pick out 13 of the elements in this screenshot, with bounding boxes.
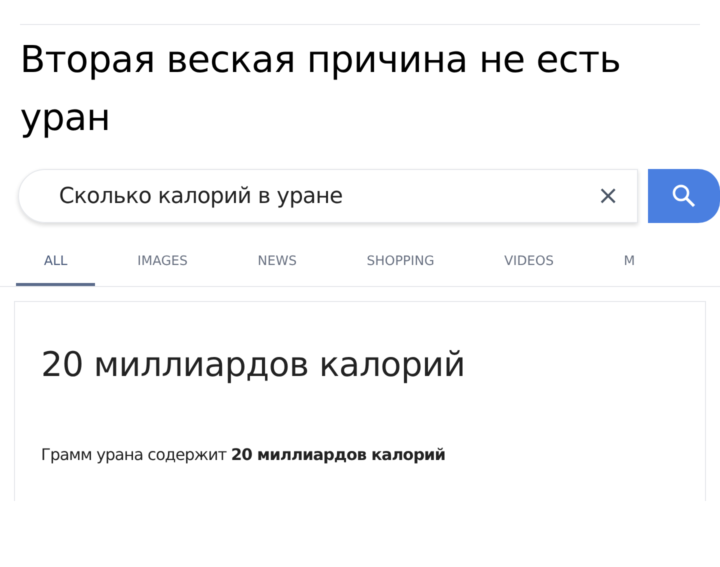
tab[interactable]: SHOPPING (338, 245, 462, 286)
caption: Вторая веская причина не есть уран (19, 37, 622, 141)
search-icon (671, 183, 697, 209)
clear-button[interactable]: × (593, 176, 623, 216)
tab[interactable]: IMAGES (109, 245, 216, 286)
search-field[interactable]: Сколько калорий в уране × (18, 169, 638, 223)
tab[interactable]: NEWS (230, 245, 325, 286)
tab[interactable]: VIDEOS (476, 245, 582, 286)
tab[interactable]: ALL (16, 245, 96, 286)
answer-text: Грамм урана содержит 20 миллиардов калорий (41, 444, 446, 466)
tab[interactable]: M (596, 245, 663, 286)
search-button[interactable] (648, 169, 720, 223)
answer-title: 20 миллиардов калорий (41, 344, 466, 387)
